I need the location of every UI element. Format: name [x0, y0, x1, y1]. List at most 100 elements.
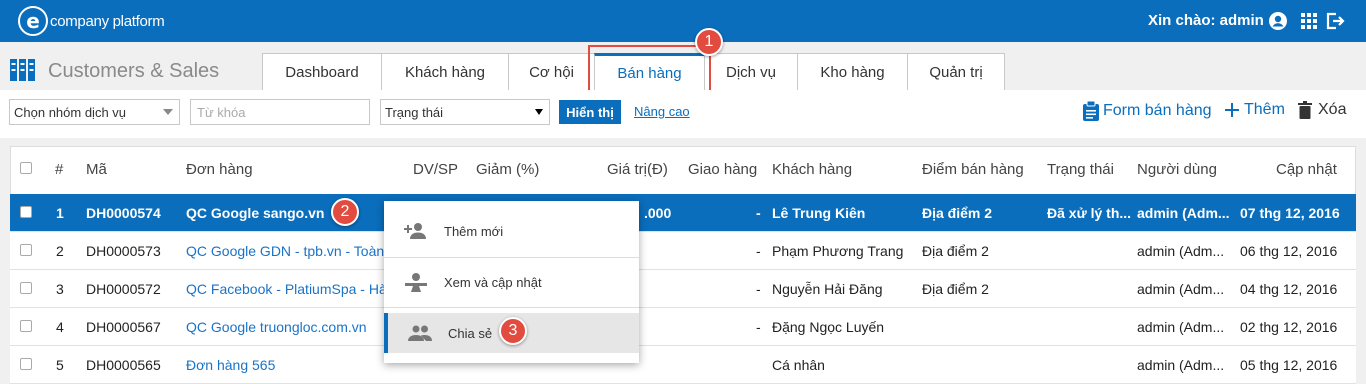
highlight-sales-tab — [588, 45, 711, 95]
row-value: .000 — [644, 205, 672, 221]
add-button[interactable]: Thêm — [1224, 101, 1285, 119]
row-user: admin (Adm... — [1137, 205, 1230, 221]
row-num: 3 — [56, 281, 64, 297]
status-select-value: Trạng thái — [385, 105, 444, 120]
table-row[interactable]: 1 DH0000574 QC Google sango.vn .000 - Lê… — [10, 194, 1356, 232]
app-title: Customers & Sales — [48, 60, 220, 82]
row-code: DH0000574 — [86, 205, 161, 221]
row-point-of-sale: Địa điểm 2 — [922, 243, 989, 259]
col-header-num[interactable]: # — [55, 161, 63, 178]
user-avatar-icon[interactable] — [1267, 10, 1289, 32]
tab-customers[interactable]: Khách hàng — [381, 53, 509, 90]
clipboard-icon — [1083, 101, 1099, 121]
add-person-icon — [404, 221, 428, 241]
menu-item-add-new[interactable]: Thêm mới — [384, 211, 639, 251]
row-delivery: - — [756, 205, 761, 221]
tab-admin[interactable]: Quản trị — [907, 53, 1005, 90]
dropdown-arrow-icon — [535, 109, 543, 115]
tab-services[interactable]: Dịch vụ — [704, 53, 798, 90]
row-customer: Nguyễn Hải Đăng — [772, 281, 883, 297]
callout-1: 1 — [695, 28, 723, 56]
trash-icon — [1298, 101, 1312, 119]
row-point-of-sale: Địa điểm 2 — [922, 281, 989, 297]
service-group-select[interactable]: Chọn nhóm dịch vụ — [9, 99, 180, 125]
row-checkbox[interactable] — [20, 320, 32, 332]
logout-icon[interactable] — [1324, 10, 1346, 32]
row-checkbox[interactable] — [20, 244, 32, 256]
col-header-discount[interactable]: Giảm (%) — [476, 161, 539, 178]
row-order-link[interactable]: QC Google truongloc.com.vn — [186, 319, 384, 335]
delete-button[interactable]: Xóa — [1298, 101, 1346, 119]
row-delivery: - — [756, 281, 761, 297]
menu-item-label: Thêm mới — [444, 223, 504, 239]
table-row[interactable]: 2 DH0000573 QC Google GDN - tpb.vn - Toà… — [10, 232, 1356, 270]
row-delivery: - — [756, 243, 761, 259]
apps-grid-icon[interactable] — [1298, 10, 1320, 32]
col-header-product[interactable]: DV/SP — [413, 161, 458, 178]
top-bar: e company platform Xin chào: admin — [0, 0, 1366, 42]
tab-dashboard[interactable]: Dashboard — [262, 53, 382, 90]
chevron-down-icon — [163, 109, 173, 115]
col-header-user[interactable]: Người dùng — [1137, 161, 1217, 178]
col-header-updated[interactable]: Cập nhật — [1276, 161, 1337, 178]
row-order-link[interactable]: Đơn hàng 565 — [186, 357, 384, 373]
row-user: admin (Adm... — [1137, 281, 1225, 297]
row-checkbox[interactable] — [20, 206, 32, 218]
row-user: admin (Adm... — [1137, 243, 1225, 259]
add-label: Thêm — [1244, 101, 1285, 118]
col-header-point-of-sale[interactable]: Điểm bán hàng — [922, 161, 1024, 178]
tab-opportunities[interactable]: Cơ hội — [508, 53, 595, 90]
col-header-status[interactable]: Trạng thái — [1047, 161, 1114, 178]
table-row[interactable]: 4 DH0000567 QC Google truongloc.com.vn -… — [10, 308, 1356, 346]
row-user: admin (Adm... — [1137, 357, 1225, 373]
callout-2: 2 — [331, 198, 359, 226]
menu-divider — [384, 307, 639, 308]
table-row[interactable]: 5 DH0000565 Đơn hàng 565 Cá nhân admin (… — [10, 346, 1356, 384]
logo-text: company platform — [50, 12, 165, 30]
keyword-input[interactable]: Từ khóa — [190, 99, 370, 125]
col-header-code[interactable]: Mã — [86, 161, 107, 178]
col-header-value[interactable]: Giá trị(Đ) — [607, 161, 668, 178]
logo-mark: e — [18, 6, 48, 36]
menu-item-label: Xem và cập nhật — [444, 274, 542, 290]
keyword-placeholder: Từ khóa — [197, 105, 246, 120]
col-header-customer[interactable]: Khách hàng — [772, 161, 852, 178]
row-point-of-sale: Địa điểm 2 — [922, 205, 993, 221]
row-code: DH0000567 — [86, 319, 161, 335]
row-order-link[interactable]: QC Google GDN - tpb.vn - Toàn ... — [186, 243, 384, 259]
row-updated: 07 thg 12, 2016 — [1240, 205, 1340, 221]
row-code: DH0000573 — [86, 243, 161, 259]
tab-inventory[interactable]: Kho hàng — [797, 53, 908, 90]
people-icon — [408, 323, 432, 343]
status-select[interactable]: Trạng thái — [380, 99, 550, 125]
sales-form-button[interactable]: Form bán hàng — [1082, 101, 1212, 121]
col-header-order[interactable]: Đơn hàng — [186, 161, 253, 178]
row-delivery: - — [756, 319, 761, 335]
row-updated: 05 thg 12, 2016 — [1240, 357, 1338, 373]
service-group-select-value: Chọn nhóm dịch vụ — [14, 105, 127, 120]
menu-item-view-update[interactable]: Xem và cập nhật — [384, 262, 639, 302]
row-user: admin (Adm... — [1137, 319, 1225, 335]
person-desk-icon — [404, 272, 428, 292]
menu-divider — [384, 257, 639, 258]
row-customer: Lê Trung Kiên — [772, 205, 866, 221]
row-checkbox[interactable] — [20, 282, 32, 294]
row-num: 5 — [56, 357, 64, 373]
sales-form-label: Form bán hàng — [1103, 102, 1212, 119]
show-button[interactable]: Hiển thị — [559, 100, 621, 124]
advanced-link[interactable]: Nâng cao — [634, 104, 690, 119]
row-customer: Cá nhân — [772, 357, 825, 373]
menu-item-label: Chia sẻ — [448, 325, 493, 341]
company-logo[interactable]: e company platform — [18, 6, 165, 36]
row-order-link[interactable]: QC Facebook - PlatiumSpa - Hà ... — [186, 281, 384, 297]
row-customer: Đặng Ngọc Luyến — [772, 319, 885, 335]
row-updated: 06 thg 12, 2016 — [1240, 243, 1338, 259]
delete-label: Xóa — [1318, 101, 1347, 118]
col-header-delivery[interactable]: Giao hàng — [688, 161, 757, 178]
table-row[interactable]: 3 DH0000572 QC Facebook - PlatiumSpa - H… — [10, 270, 1356, 308]
select-all-checkbox[interactable] — [20, 162, 32, 174]
app-module-icon — [10, 59, 36, 86]
row-num: 1 — [56, 205, 64, 221]
row-status: Đã xử lý th... — [1047, 205, 1132, 221]
row-checkbox[interactable] — [20, 358, 32, 370]
